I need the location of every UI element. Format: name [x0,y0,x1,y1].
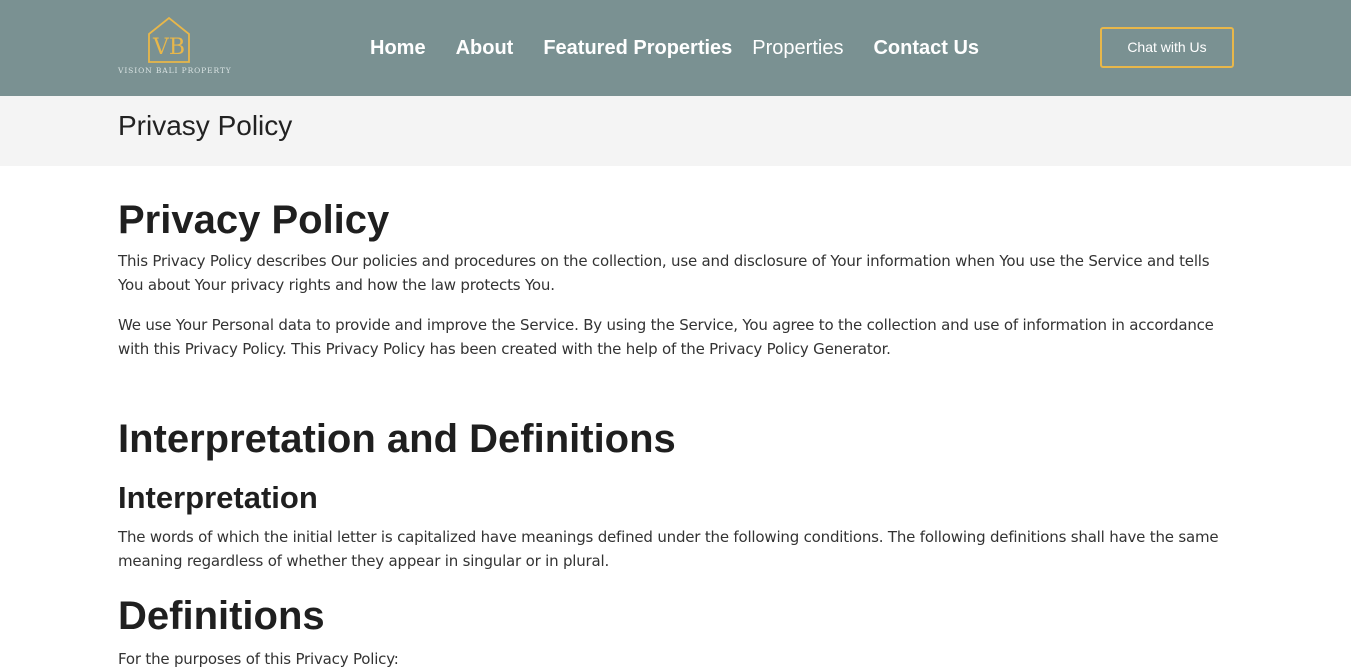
subsection-heading-interpretation: Interpretation [118,480,318,515]
article-heading: Privacy Policy [118,198,390,242]
nav-featured-properties[interactable]: Featured Properties [543,36,732,60]
intro-paragraph: This Privacy Policy describes Our polici… [118,252,1210,294]
house-logo-icon: VB [148,16,190,63]
nav-home[interactable]: Home [370,36,426,60]
section-heading-definitions: Definitions [118,594,325,638]
section-heading-interpretation-definitions: Interpretation and Definitions [118,417,676,461]
page-title-bar: Privasy Policy [0,96,1351,166]
site-header: VB VISION BALI PROPERTY Home About Featu… [0,0,1351,96]
article-content: Privacy Policy This Privacy Policy descr… [0,197,1233,671]
interpretation-paragraph: The words of which the initial letter is… [118,528,1219,570]
main-nav: Home About Featured Properties Propertie… [370,36,1009,60]
nav-about[interactable]: About [456,36,514,60]
usage-paragraph: We use Your Personal data to provide and… [118,316,1214,358]
nav-properties[interactable]: Properties [752,36,843,60]
brand-logo[interactable]: VB VISION BALI PROPERTY [118,16,232,80]
logo-wordmark: VISION BALI PROPERTY [118,66,232,75]
definitions-intro-paragraph: For the purposes of this Privacy Policy: [118,650,399,668]
page-title: Privasy Policy [118,110,293,141]
chat-with-us-button[interactable]: Chat with Us [1100,27,1234,68]
logo-monogram: VB [152,35,185,60]
nav-contact-us[interactable]: Contact Us [873,36,979,60]
